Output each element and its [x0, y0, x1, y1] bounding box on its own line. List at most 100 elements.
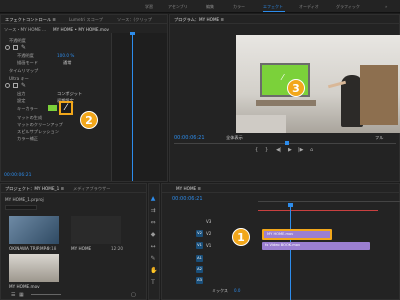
track-a2-target[interactable]: A2: [196, 266, 203, 273]
project-tabbar: プロジェクト：MY HOME_1 ≡ メディアブラウザー: [1, 184, 146, 193]
effect-mini-timeline[interactable]: [111, 33, 167, 181]
play-icon[interactable]: ▶: [288, 147, 292, 153]
effect-controls-panel: エフェクトコントロール ≡ Lumetri スコープ ソース：(クリップ ソース…: [0, 14, 168, 182]
key-color-label: キーカラー: [17, 106, 38, 111]
timeline-playhead-handle[interactable]: [288, 203, 293, 207]
export-frame-icon[interactable]: ⌂: [310, 147, 313, 153]
project-filename: MY HOME_1.prproj: [5, 197, 44, 202]
program-timecode[interactable]: 00:00:06:21: [174, 135, 205, 141]
timeline-panel: MY HOME ≡ 00:00:06:21 V3 V2 V1 V2 V1 A1 …: [161, 183, 400, 300]
clip-v2-label: MY HOME.mov: [267, 232, 294, 236]
thumbnail-myhome[interactable]: [9, 254, 59, 282]
effect-playhead-handle[interactable]: [130, 32, 135, 35]
mark-out-icon[interactable]: }: [265, 147, 268, 153]
opacity-value[interactable]: 100.0 %: [57, 53, 74, 58]
program-title: プログラム：MY HOME ≡: [174, 17, 225, 22]
time-remap[interactable]: タイムリマップ: [9, 68, 38, 74]
track-v2-target[interactable]: V2: [196, 230, 203, 237]
wall-panel: [360, 65, 398, 125]
key-color-swatch[interactable]: [48, 105, 57, 111]
matte-cleanup[interactable]: マットのクリーンアップ: [17, 122, 63, 128]
item-name-okinawa: OKINAWA TRIP.MP4: [9, 246, 49, 251]
pen-mask-icon[interactable]: ✎: [21, 44, 26, 51]
slip-tool-icon[interactable]: ↔: [150, 244, 156, 250]
thumbnail-sequence[interactable]: [71, 216, 121, 244]
step-forward-icon[interactable]: |▶: [298, 147, 304, 153]
ellipse-mask-icon-2[interactable]: [5, 83, 10, 88]
step-back-icon[interactable]: ◀|: [276, 147, 282, 153]
program-playhead[interactable]: [285, 141, 289, 145]
time-ruler[interactable]: [258, 196, 400, 202]
track-a3-target[interactable]: A3: [196, 277, 203, 284]
new-item-icon[interactable]: ▢: [131, 292, 136, 298]
workspace-bar: 学習 アセンブリ 編集 カラー エフェクト オーディオ グラフィック »: [0, 0, 400, 13]
list-view-icon[interactable]: ☰: [11, 292, 15, 298]
callout-3: 3: [287, 79, 305, 97]
resolution-select[interactable]: フル: [375, 135, 383, 141]
workspace-tab-effects[interactable]: エフェクト: [263, 4, 283, 10]
eyedropper-icon[interactable]: ⁄: [59, 101, 73, 115]
workspace-active-indicator: [263, 11, 285, 12]
hand-tool-icon[interactable]: ✋: [150, 268, 157, 274]
mix-label: ミックス: [212, 288, 228, 293]
track-v2-label[interactable]: V2: [206, 231, 211, 236]
track-select-icon[interactable]: ⇉: [150, 208, 156, 214]
workspace-tab-learn[interactable]: 学習: [145, 4, 153, 10]
timeline-playhead[interactable]: [290, 204, 291, 300]
item-name-myhome: MY HOME.mov: [9, 284, 40, 289]
razor-icon[interactable]: ◆: [150, 232, 156, 238]
workspace-tab-color[interactable]: カラー: [233, 4, 245, 10]
track-a1-target[interactable]: A1: [196, 255, 203, 262]
clip-label[interactable]: MY HOME • MY HOME.mov: [53, 27, 109, 32]
track-v3-label[interactable]: V3: [206, 219, 211, 224]
program-video-frame[interactable]: ⁄: [236, 35, 400, 133]
spill-suppression[interactable]: スピルサプレッション: [17, 129, 59, 135]
effect-timecode[interactable]: 00:00:06:21: [4, 173, 31, 178]
workspace-tab-audio[interactable]: オーディオ: [299, 4, 319, 10]
clip-v1-video[interactable]: fx Video BOOK.mov: [262, 242, 370, 250]
thumbnail-okinawa[interactable]: [9, 216, 59, 244]
rect-mask-icon[interactable]: [13, 45, 18, 50]
output-value[interactable]: コンポジット: [57, 91, 82, 97]
source-label: ソース・MY HOME ...: [4, 27, 47, 32]
track-v1-target[interactable]: V1: [196, 242, 203, 249]
type-tool-icon[interactable]: T: [150, 280, 156, 286]
project-panel: プロジェクト：MY HOME_1 ≡ メディアブラウザー MY HOME_1.p…: [0, 183, 147, 300]
icon-view-icon[interactable]: ▦: [19, 292, 24, 298]
output-label: 出力: [17, 91, 26, 96]
timeline-title: MY HOME ≡: [176, 186, 202, 191]
workspace-tab-assembly[interactable]: アセンブリ: [168, 4, 188, 10]
zoom-slider[interactable]: [31, 294, 61, 295]
fit-select[interactable]: 全体表示: [226, 135, 243, 141]
tab-project[interactable]: プロジェクト：MY HOME_1 ≡: [5, 186, 64, 192]
tab-effect-controls[interactable]: エフェクトコントロール ≡: [5, 17, 56, 23]
more-icon[interactable]: »: [385, 4, 387, 9]
ellipse-mask-icon[interactable]: [5, 45, 10, 50]
track-v1-label[interactable]: V1: [206, 243, 211, 248]
rect-mask-icon-2[interactable]: [13, 83, 18, 88]
matte-generation[interactable]: マットの生成: [17, 115, 42, 121]
blend-mode-value[interactable]: 通常: [63, 60, 71, 66]
pen-mask-icon-2[interactable]: ✎: [21, 82, 26, 89]
project-search-input[interactable]: [5, 205, 37, 210]
ripple-edit-icon[interactable]: ⇔: [150, 220, 156, 226]
timeline-tabbar: MY HOME ≡: [162, 184, 399, 193]
item-duration-sequence: 12:20: [111, 246, 124, 251]
pen-tool-icon[interactable]: ✎: [150, 256, 156, 262]
work-area-bar[interactable]: [258, 210, 378, 211]
clip-v2-myhome[interactable]: MY HOME.mov: [262, 229, 332, 240]
tab-lumetri-scopes[interactable]: Lumetri スコープ: [69, 17, 103, 23]
color-correction[interactable]: カラー補正: [17, 136, 38, 142]
tab-media-browser[interactable]: メディアブラウザー: [73, 186, 110, 192]
effect-playhead[interactable]: [132, 33, 133, 181]
tab-source[interactable]: ソース：(クリップ: [117, 17, 152, 23]
eyedropper-cursor-icon: ⁄: [282, 73, 284, 82]
mix-value[interactable]: 0.0: [234, 288, 240, 293]
mark-in-icon[interactable]: {: [255, 147, 258, 153]
workspace-tab-edit[interactable]: 編集: [206, 4, 214, 10]
callout-2: 2: [80, 111, 98, 129]
timeline-timecode[interactable]: 00:00:06:21: [172, 196, 203, 202]
tv-stand: [256, 100, 316, 106]
workspace-tab-graphics[interactable]: グラフィック: [336, 4, 360, 10]
selection-tool-icon[interactable]: ▲: [150, 196, 156, 202]
